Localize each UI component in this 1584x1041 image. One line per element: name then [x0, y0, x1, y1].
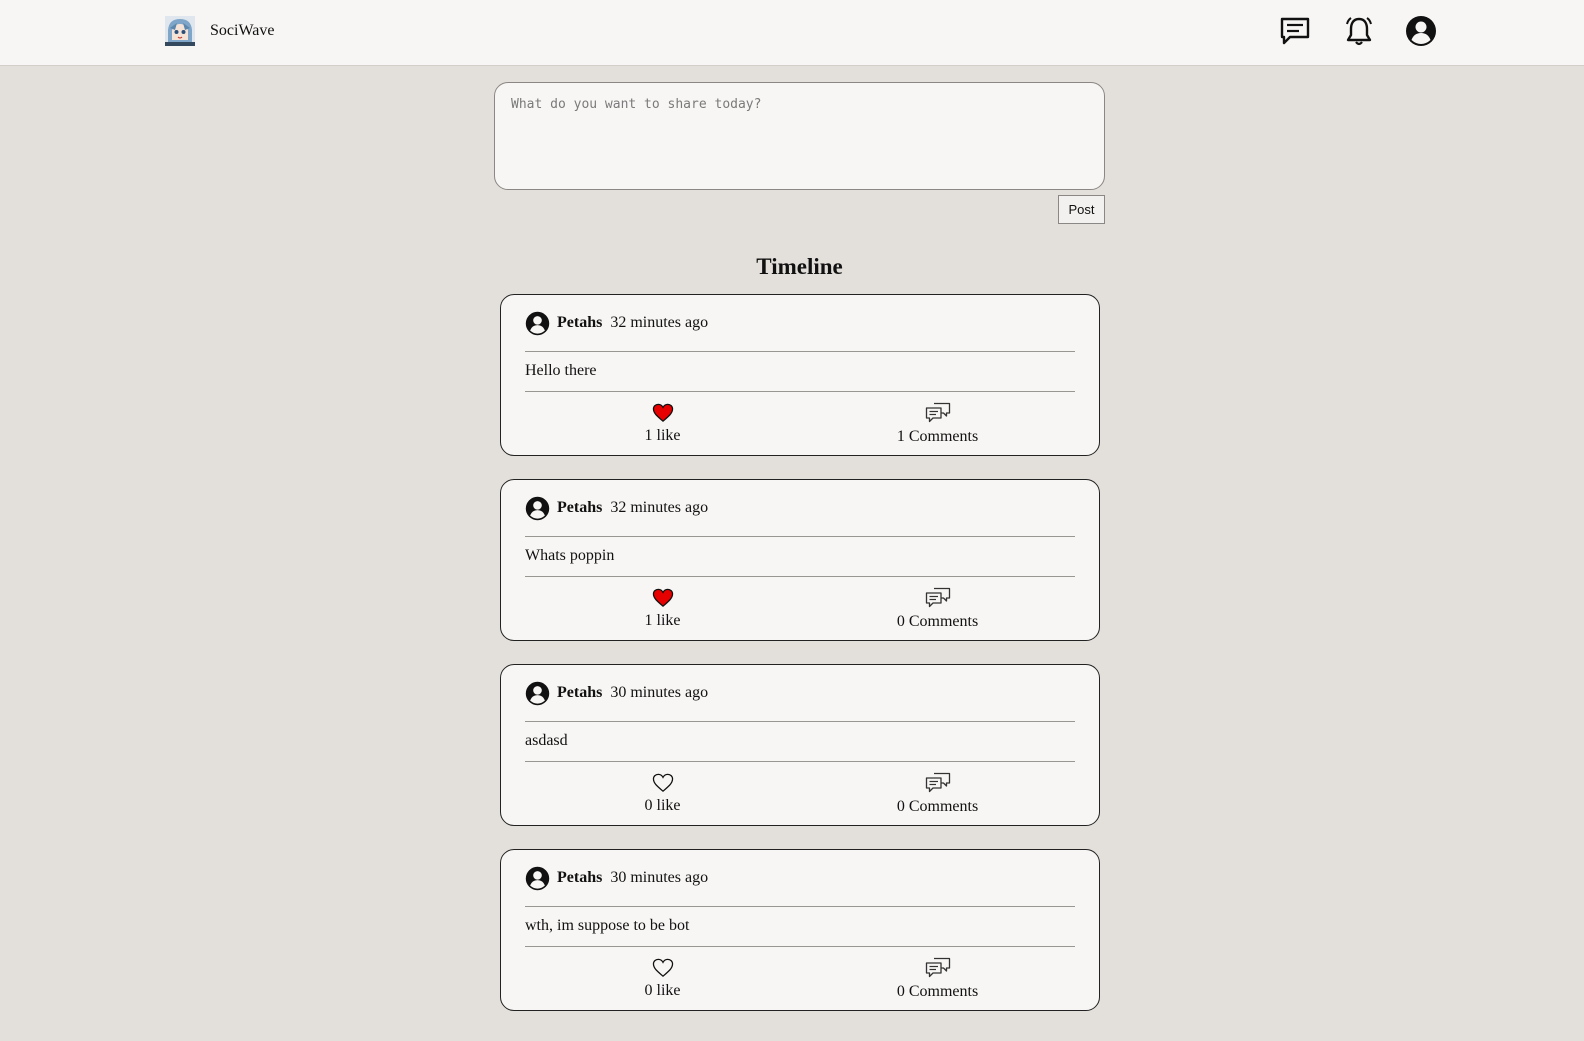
post-actions: 1 like 0 Comments: [525, 577, 1075, 641]
like-count: 1 like: [644, 612, 681, 629]
comments-icon: [925, 957, 951, 979]
post-author[interactable]: Petahs: [557, 314, 602, 332]
comments-button[interactable]: 1 Comments: [800, 392, 1075, 456]
notifications-button[interactable]: [1342, 14, 1376, 48]
post-card: Petahs 30 minutes ago wth, im suppose to…: [500, 849, 1100, 1011]
profile-button[interactable]: [1404, 14, 1438, 48]
top-navbar: SociWave: [0, 0, 1584, 66]
post-card: Petahs 30 minutes ago asdasd 0 like 0 Co…: [500, 664, 1100, 826]
comments-button[interactable]: 0 Comments: [800, 947, 1075, 1011]
like-button[interactable]: 1 like: [525, 577, 800, 641]
brand-name: SociWave: [210, 22, 275, 39]
anime-avatar-logo-icon: [165, 16, 195, 46]
post-composer: Post: [494, 82, 1105, 224]
post-button[interactable]: Post: [1058, 195, 1105, 224]
comments-icon: [925, 772, 951, 794]
post-header: Petahs 32 minutes ago: [525, 295, 1075, 351]
post-author[interactable]: Petahs: [557, 684, 602, 702]
post-text: asdasd: [525, 732, 568, 749]
heart-outline-icon: [652, 958, 674, 978]
post-actions: 0 like 0 Comments: [525, 947, 1075, 1011]
post-timestamp: 30 minutes ago: [610, 684, 709, 701]
like-button[interactable]: 0 like: [525, 947, 800, 1011]
post-card: Petahs 32 minutes ago Hello there 1 like…: [500, 294, 1100, 456]
comment-count: 0 Comments: [896, 613, 979, 630]
user-avatar-icon[interactable]: [525, 681, 550, 706]
post-text: Hello there: [525, 362, 597, 379]
comment-count: 1 Comments: [896, 428, 979, 445]
comment-count: 0 Comments: [896, 983, 979, 1000]
messages-button[interactable]: [1278, 14, 1312, 48]
post-text: wth, im suppose to be bot: [525, 917, 690, 934]
post-header: Petahs 32 minutes ago: [525, 480, 1075, 536]
post-author[interactable]: Petahs: [557, 499, 602, 517]
user-avatar-icon[interactable]: [525, 866, 550, 891]
brand[interactable]: SociWave: [165, 16, 274, 46]
post-text: Whats poppin: [525, 547, 615, 564]
comments-button[interactable]: 0 Comments: [800, 762, 1075, 826]
timeline-feed: Petahs 32 minutes ago Hello there 1 like…: [500, 294, 1100, 1034]
post-actions: 0 like 0 Comments: [525, 762, 1075, 826]
like-count: 1 like: [644, 427, 681, 444]
user-avatar-icon[interactable]: [525, 311, 550, 336]
like-button[interactable]: 0 like: [525, 762, 800, 826]
heart-filled-icon: [652, 403, 674, 423]
like-count: 0 like: [644, 982, 681, 999]
comments-icon: [925, 587, 951, 609]
post-timestamp: 32 minutes ago: [610, 314, 709, 331]
comments-button[interactable]: 0 Comments: [800, 577, 1075, 641]
post-header: Petahs 30 minutes ago: [525, 665, 1075, 721]
timeline-title: Timeline: [756, 254, 843, 279]
nav-actions: [1278, 14, 1438, 48]
like-count: 0 like: [644, 797, 681, 814]
post-author[interactable]: Petahs: [557, 869, 602, 887]
comment-count: 0 Comments: [896, 798, 979, 815]
post-header: Petahs 30 minutes ago: [525, 850, 1075, 906]
comments-icon: [925, 402, 951, 424]
bell-icon: [1346, 17, 1372, 46]
post-timestamp: 32 minutes ago: [610, 499, 709, 516]
heart-filled-icon: [652, 588, 674, 608]
post-timestamp: 30 minutes ago: [610, 869, 709, 886]
heart-outline-icon: [652, 773, 674, 793]
profile-icon: [1406, 16, 1436, 46]
post-actions: 1 like 1 Comments: [525, 392, 1075, 456]
user-avatar-icon[interactable]: [525, 496, 550, 521]
messages-icon: [1280, 17, 1310, 45]
post-input[interactable]: [494, 82, 1105, 190]
like-button[interactable]: 1 like: [525, 392, 800, 456]
post-card: Petahs 32 minutes ago Whats poppin 1 lik…: [500, 479, 1100, 641]
